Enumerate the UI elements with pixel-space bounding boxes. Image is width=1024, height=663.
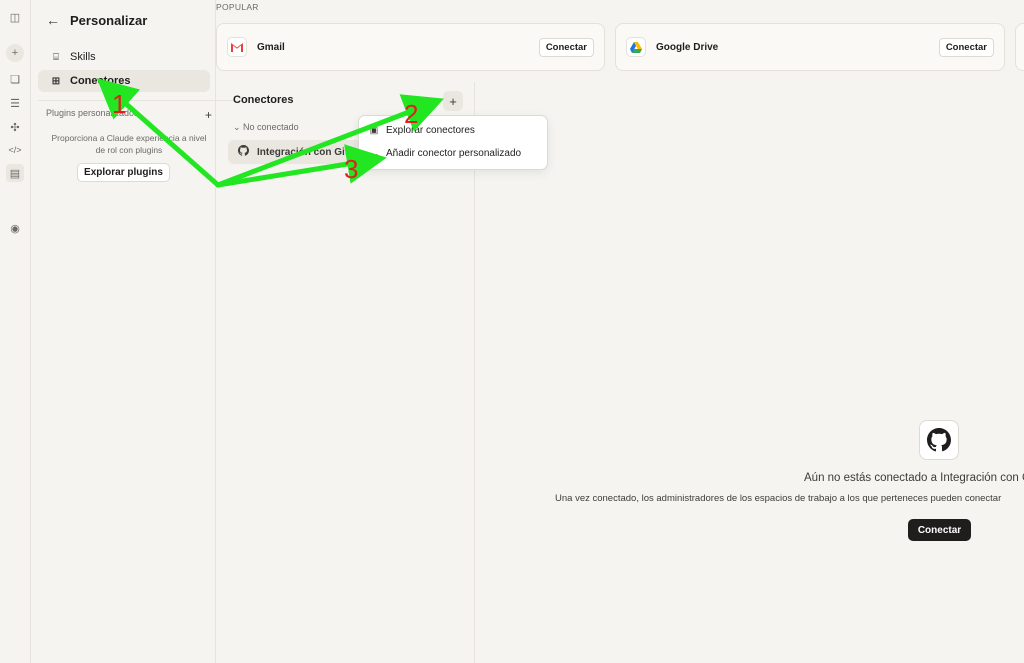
sidebar-item-label: Conectores [70,75,131,87]
connect-drive-button[interactable]: Conectar [938,37,994,57]
github-icon [238,145,249,159]
connector-card-gmail[interactable]: Gmail Conectar [216,23,605,71]
search-icon[interactable]: ⌕ [423,94,429,107]
divider [475,82,1024,83]
menu-item-label: Añadir conector personalizado [386,148,522,159]
group-label: No conectado [243,122,299,132]
connect-gmail-button[interactable]: Conectar [538,37,594,57]
plugins-heading: Plugins personalizados [46,108,139,118]
sidebar-item-conectores[interactable]: ⊞ Conectores [38,70,210,92]
not-connected-group[interactable]: ⌄ No conectado [233,122,299,133]
connector-item-label: Integración con GitHub [257,146,368,158]
connector-card-partial[interactable] [1015,23,1024,71]
sidebar-header: ← Personalizar [46,12,147,28]
scroll-icon: ⌸ [53,51,59,63]
arrow-left-icon[interactable]: ← [46,12,60,28]
github-icon [919,420,959,460]
projects-icon[interactable]: ☰ [6,94,24,112]
popular-label: POPULAR [216,2,259,12]
icon-rail: ◫ + ❏ ☰ ✣ </> ▤ ◉ [0,0,31,663]
chats-icon[interactable]: ❏ [6,70,24,88]
plugins-description: Proporciona a Claude experiencia a nivel… [51,133,207,155]
code-icon[interactable]: </> [6,141,24,159]
menu-item-label: Explorar conectores [386,125,475,136]
add-connector-button[interactable]: + [443,91,463,111]
sidebar-item-skills[interactable]: ⌸ Skills [38,46,210,68]
palette-icon[interactable]: ◉ [6,219,24,237]
connector-card-google-drive[interactable]: Google Drive Conectar [615,23,1005,71]
menu-item-add-custom-connector[interactable]: ··· Añadir conector personalizado [369,148,522,159]
connector-name: Google Drive [656,41,719,53]
briefcase-icon[interactable]: ▤ [6,164,24,182]
menu-item-explore-connectors[interactable]: ▣ Explorar conectores [369,125,475,136]
grid-plus-icon: ⊞ [51,75,61,87]
catalog-icon: ▣ [369,125,379,135]
more-horizontal-icon: ··· [369,148,379,159]
plugins-section-header: Plugins personalizados + [46,108,212,122]
sidebar-toggle-icon[interactable]: ◫ [6,8,24,26]
page-title: Personalizar [70,12,148,28]
customize-sidebar: ← Personalizar ⌸ Skills ⊞ Conectores Plu… [32,0,234,663]
add-connector-menu: ▣ Explorar conectores ··· Añadir conecto… [358,115,548,170]
sidebar-item-label: Skills [70,51,96,63]
connectors-title: Conectores [233,94,294,106]
artifacts-icon[interactable]: ✣ [6,118,24,136]
connector-name: Gmail [257,41,285,53]
empty-state-description: Una vez conectado, los administradores d… [555,493,1002,504]
gmail-icon [227,37,247,57]
new-chat-icon[interactable]: + [6,44,24,62]
explore-plugins-button[interactable]: Explorar plugins [77,163,170,182]
empty-state-title: Aún no estás conectado a Integración con… [804,472,1024,484]
divider [38,100,234,101]
google-drive-icon [626,37,646,57]
connect-github-button[interactable]: Conectar [908,519,971,541]
add-plugin-icon[interactable]: + [205,108,212,122]
